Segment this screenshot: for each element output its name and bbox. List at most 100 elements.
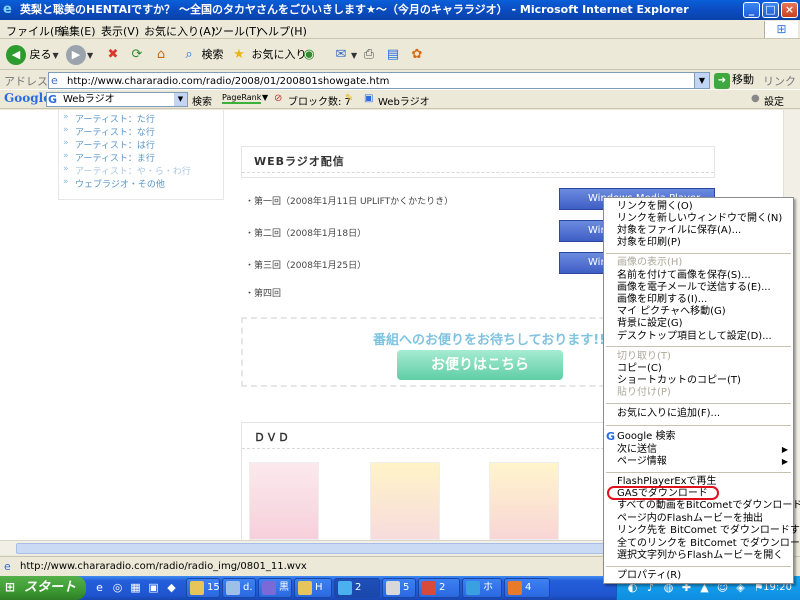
popup-blocked-count[interactable]: ブロック数: 7 [288, 93, 351, 108]
artist-link-ha[interactable]: アーティスト：は行 [63, 138, 155, 151]
print-button[interactable]: ⎙ [360, 44, 378, 66]
search-button[interactable]: ⌕ 検索 [180, 44, 223, 66]
back-button[interactable]: ◀ 戻る▼ [6, 44, 59, 66]
search-term-icon: ▣ [364, 93, 374, 104]
refresh-button[interactable]: ⟳ [128, 44, 146, 66]
ctx-page-info[interactable]: ページ情報 [617, 456, 667, 468]
close-button[interactable]: × [781, 2, 798, 18]
dvd-cover-1[interactable] [249, 462, 319, 540]
ctx-save-image[interactable]: 名前を付けて画像を保存(S)... [617, 270, 751, 282]
folder-quicklaunch-icon[interactable]: ▣ [146, 580, 161, 595]
menu-tools[interactable]: ツール(T) [212, 23, 260, 39]
ctx-properties[interactable]: プロパティ(R) [617, 570, 681, 582]
maximize-button[interactable]: □ [762, 2, 779, 18]
ctx-copy-shortcut[interactable]: ショートカットのコピー(T) [617, 375, 741, 387]
taskbar-button[interactable]: 黒 [258, 578, 292, 598]
taskbar-button-active[interactable]: 2 [334, 578, 380, 598]
google-search-input[interactable]: G Webラジオ ▼ [46, 92, 188, 107]
task-label: 2 [439, 582, 446, 593]
address-dropdown-icon[interactable]: ▼ [694, 73, 709, 88]
links-button[interactable]: リンク [763, 73, 796, 89]
search-term-button[interactable]: Webラジオ [378, 93, 430, 108]
ctx-set-background[interactable]: 背景に設定(G) [617, 318, 683, 330]
google-search-button[interactable]: 検索 [192, 93, 212, 108]
mail-button[interactable]: ✉ ▼ [332, 44, 358, 66]
task-label: ホ [483, 582, 493, 593]
messenger-button[interactable]: ✿ [408, 44, 426, 66]
artist-link-yarawa[interactable]: アーティスト：や・ら・わ行 [63, 164, 191, 177]
dvd-title: ＤＶＤ [254, 431, 290, 444]
submenu-arrow-icon: ▶ [781, 445, 788, 454]
menu-favorites[interactable]: お気に入り(A) [144, 23, 215, 39]
ctx-email-image[interactable]: 画像を電子メールで送信する(E)... [617, 282, 771, 294]
window-title-bar[interactable]: e 英梨と聡美のHENTAIですか？ 〜全国のタカヤさんをごひいきします★〜（今… [0, 0, 800, 20]
ctx-open-link[interactable]: リンクを開く(O) [617, 201, 693, 213]
ctx-go-my-pictures[interactable]: マイ ピクチャへ移動(G) [617, 306, 726, 318]
ctx-open-link-new-window[interactable]: リンクを新しいウィンドウで開く(N) [617, 213, 782, 225]
taskbar-button[interactable]: 15 [186, 578, 220, 598]
episode-2-label: 第二回（2008年1月18日） [245, 226, 366, 239]
task-label: H [315, 582, 323, 593]
ctx-send-to[interactable]: 次に送信 [617, 444, 657, 456]
ctx-bitcomet-all-videos[interactable]: すべての動画をBitCometでダウンロード [617, 500, 800, 512]
history-button[interactable]: ◉ [300, 44, 318, 66]
ctx-print-target[interactable]: 対象を印刷(P) [617, 237, 681, 249]
ctx-open-flash-from-selection[interactable]: 選択文字列からFlashムービーを開く [617, 550, 783, 562]
webradio-other-link[interactable]: ウェブラジオ・その他 [63, 177, 165, 190]
dvd-cover-3[interactable] [489, 462, 559, 540]
google-search-dropdown-icon[interactable]: ▼ [174, 93, 187, 106]
address-box[interactable]: e ▼ [48, 72, 710, 89]
address-input[interactable] [67, 74, 687, 88]
taskbar-button[interactable]: 2 [418, 578, 460, 598]
page-loading-icon: e [4, 560, 11, 573]
forward-button[interactable]: ▶ ▼ [66, 44, 93, 66]
dvd-cover-2[interactable] [370, 462, 440, 540]
app-quicklaunch-icon[interactable]: ◆ [164, 580, 179, 595]
task-label: 黒 [279, 582, 289, 593]
edit-button[interactable]: ▤ [384, 44, 402, 66]
artist-link-na[interactable]: アーティスト：な行 [63, 125, 155, 138]
taskbar-button[interactable]: 5 [382, 578, 416, 598]
settings-button[interactable]: 設定 [764, 93, 784, 108]
ctx-add-favorites[interactable]: お気に入りに追加(F)... [617, 408, 720, 420]
ctx-bitcomet-link[interactable]: リンク先を BitComet でダウンロードする [617, 525, 800, 537]
highlight-icon[interactable]: ✎ [345, 93, 353, 104]
desktop-quicklaunch-icon[interactable]: ▦ [128, 580, 143, 595]
menu-file[interactable]: ファイル(F) [6, 23, 65, 39]
pagerank-dropdown-icon[interactable]: ▼ [262, 93, 268, 102]
artist-link-ma[interactable]: アーティスト：ま行 [63, 151, 155, 164]
stop-button[interactable]: ✖ [104, 44, 122, 66]
menu-view[interactable]: 表示(V) [101, 23, 139, 39]
ctx-copy[interactable]: コピー(C) [617, 363, 662, 375]
ctx-bitcomet-all-links[interactable]: 全てのリンクを BitComet でダウンロードする [617, 538, 800, 550]
ctx-print-image[interactable]: 画像を印刷する(I)... [617, 294, 707, 306]
history-icon: ◉ [303, 47, 315, 62]
ctx-separator [606, 253, 791, 254]
menu-edit[interactable]: 編集(E) [58, 23, 96, 39]
search-icon: ⌕ [185, 47, 193, 62]
pagerank-indicator[interactable]: PageRank [222, 93, 262, 104]
ctx-google-search[interactable]: Google 検索 [617, 431, 675, 443]
taskbar-button[interactable]: 4 [504, 578, 550, 598]
favorites-button[interactable]: ★ お気に入り [230, 44, 306, 66]
taskbar-button[interactable]: ホ [462, 578, 502, 598]
minimize-button[interactable]: _ [743, 2, 760, 18]
mail-button[interactable]: お便りはこちら [397, 350, 563, 380]
ctx-save-target[interactable]: 対象をファイルに保存(A)... [617, 225, 741, 237]
ctx-extract-flash[interactable]: ページ内のFlashムービーを抽出 [617, 513, 763, 525]
artist-link-ta[interactable]: アーティスト：た行 [63, 112, 155, 125]
context-menu: リンクを開く(O) リンクを新しいウィンドウで開く(N) 対象をファイルに保存(… [603, 197, 800, 584]
taskbar-button[interactable]: H [294, 578, 332, 598]
media-quicklaunch-icon[interactable]: ◎ [110, 580, 125, 595]
go-button[interactable]: ➜ 移動 [714, 72, 754, 89]
google-logo[interactable]: Google [4, 91, 51, 105]
start-button[interactable]: ⊞ スタート [0, 576, 86, 600]
submenu-arrow-icon: ▶ [781, 457, 788, 466]
ie-icon [338, 581, 352, 595]
taskbar-button[interactable]: d. [222, 578, 256, 598]
ctx-set-desktop-item[interactable]: デスクトップ項目として設定(D)... [617, 331, 772, 343]
app-icon [298, 581, 312, 595]
menu-help[interactable]: ヘルプ(H) [257, 23, 307, 39]
home-button[interactable]: ⌂ [152, 44, 170, 66]
ie-quicklaunch-icon[interactable]: e [92, 580, 107, 595]
